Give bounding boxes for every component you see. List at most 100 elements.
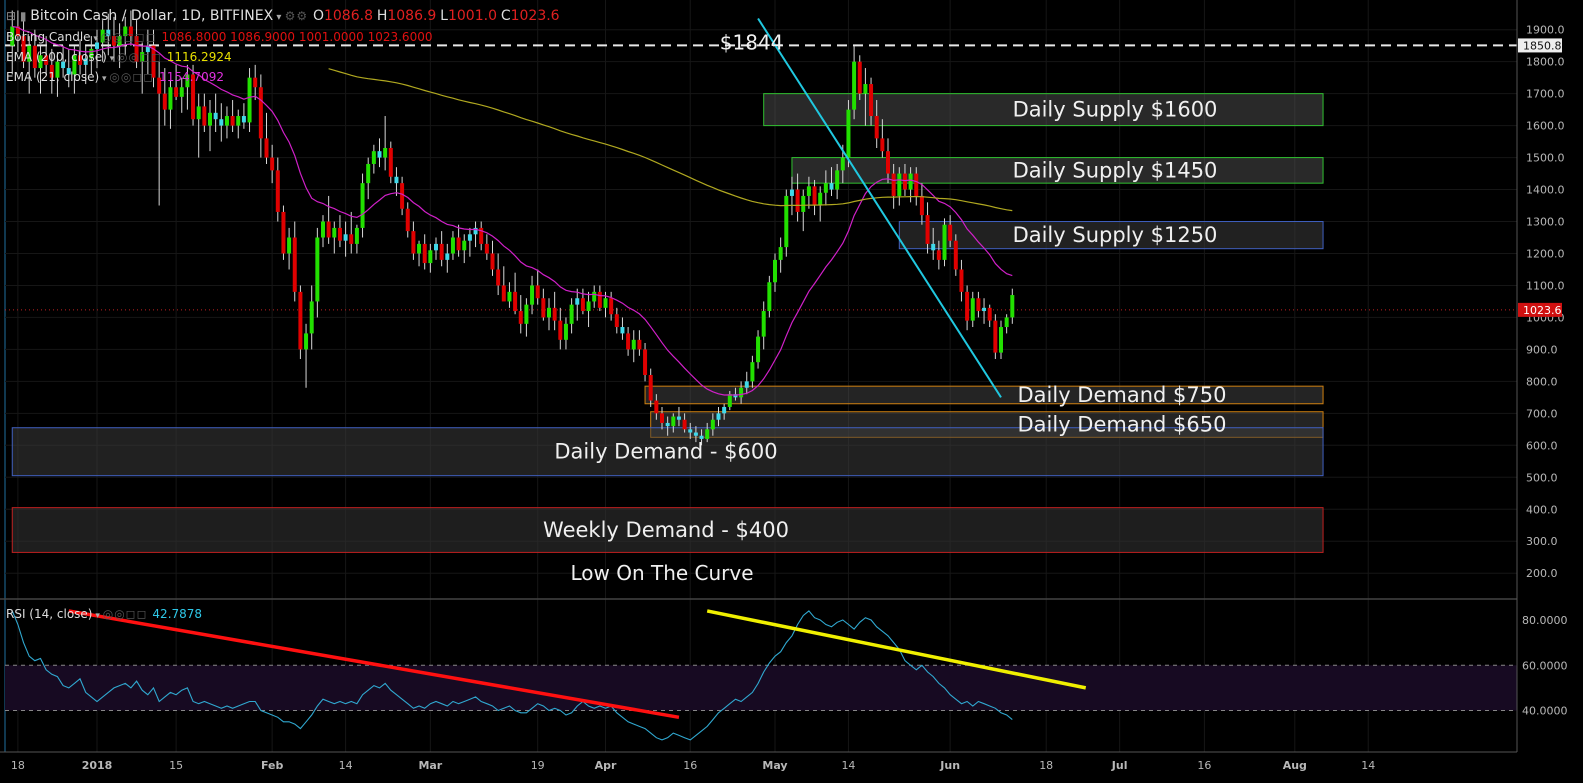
indicator-name[interactable]: EMA (200, close)	[6, 50, 107, 64]
time-tick-label: 2018	[82, 759, 113, 772]
price-tick-label: 1400.0	[1526, 184, 1565, 197]
time-tick-label: Apr	[595, 759, 617, 772]
indicator-ema21[interactable]: EMA (21, close) ▾ ◎◎◻◻ 1154.7092	[6, 70, 224, 84]
indicator-value: 1086.8000 1086.9000 1001.0000 1023.6000	[161, 30, 433, 44]
candle-body	[168, 87, 173, 110]
time-tick-label: 14	[1361, 759, 1375, 772]
candle-body	[784, 195, 789, 248]
time-tick-label: 15	[169, 759, 183, 772]
annotation-text: $1844	[720, 30, 784, 54]
candle-body	[467, 234, 472, 241]
indicator-rsi[interactable]: RSI (14, close) ▾ ◎◎◻◻ 42.7878	[6, 607, 202, 621]
indicator-controls-icon[interactable]: ◎◎◻◻	[117, 50, 167, 64]
candle-body	[739, 387, 744, 398]
candle-body	[264, 138, 269, 158]
indicator-controls-icon[interactable]: ◎◎◻◻	[109, 70, 159, 84]
price-tick-label: 300.0	[1526, 535, 1558, 548]
indicator-name[interactable]: EMA (21, close)	[6, 70, 99, 84]
candle-body	[987, 307, 992, 321]
indicator-controls-icon[interactable]: ◎◎◻◻◻	[101, 30, 162, 44]
candle-body	[558, 320, 563, 340]
candle	[857, 55, 862, 101]
candle-body	[530, 285, 535, 305]
candle-body	[953, 240, 958, 270]
time-tick-label: 18	[11, 759, 25, 772]
candle-body	[315, 237, 320, 302]
candle-body	[524, 304, 529, 324]
candle-body	[552, 307, 557, 321]
indicator-ema200[interactable]: EMA (200, close) ▾ ◎◎◻◻ 1116.2924	[6, 50, 232, 64]
close-label: C	[500, 8, 511, 24]
time-tick-label: Aug	[1283, 759, 1307, 772]
time-tick-label: 16	[683, 759, 697, 772]
candle-body	[208, 112, 212, 126]
chevron-down-icon[interactable]: ▾	[91, 34, 101, 44]
indicator-boring-candle[interactable]: Boring Candle ▾ ◎◎◻◻◻ 1086.8000 1086.900…	[6, 30, 432, 44]
candle-body	[829, 183, 834, 190]
candle-body	[349, 234, 354, 244]
settings-icon[interactable]: ⚙⚙	[285, 9, 313, 23]
candle-body	[902, 173, 907, 190]
candle	[360, 173, 365, 238]
candle-body	[292, 237, 297, 292]
time-tick-label: 19	[531, 759, 545, 772]
candle-body	[445, 253, 450, 260]
candle-body	[253, 77, 258, 88]
price-tick-label: 1700.0	[1526, 88, 1565, 101]
low-label: L	[440, 8, 448, 24]
chart-canvas[interactable]: Daily Supply $1600 Daily Supply $1450 Dail…	[0, 0, 1583, 783]
candle-body	[970, 298, 975, 321]
candle-body	[547, 307, 551, 318]
candle-body	[614, 314, 619, 328]
chevron-down-icon[interactable]: ▾	[99, 74, 109, 84]
candle-body	[936, 250, 941, 260]
candle-body	[914, 173, 919, 196]
candle-body	[795, 189, 800, 212]
candle-body	[281, 211, 286, 254]
indicator-name[interactable]: RSI (14, close)	[6, 607, 92, 621]
candle-body	[999, 327, 1003, 353]
candle-body	[270, 157, 275, 171]
symbol-icon: ⊟ ▮	[6, 9, 31, 23]
candle-body	[174, 87, 179, 97]
time-tick-label: 16	[1197, 759, 1211, 772]
zone-label: Daily Supply $1250	[1013, 223, 1218, 247]
candle-body	[609, 298, 614, 315]
candle-body	[360, 183, 365, 228]
chevron-down-icon[interactable]: ▾	[273, 12, 284, 23]
candle-body	[919, 195, 924, 216]
symbol-title[interactable]: Bitcoin Cash / Dollar, 1D, BITFINEX	[30, 8, 273, 24]
rsi-band	[5, 665, 1517, 711]
candle-body	[569, 304, 574, 324]
annotation-text: Low On The Curve	[570, 561, 753, 585]
candle-body	[603, 298, 608, 308]
time-tick-label: 18	[1039, 759, 1053, 772]
candle-body	[806, 186, 811, 196]
chevron-down-icon[interactable]: ▾	[107, 54, 117, 64]
candle-body	[948, 224, 953, 241]
indicator-controls-icon[interactable]: ◎◎◻◻	[103, 607, 153, 621]
candle-body	[908, 173, 913, 190]
candle-body	[501, 285, 506, 302]
zone-label: Daily Supply $1450	[1013, 158, 1218, 182]
symbol-header[interactable]: ⊟ ▮ Bitcoin Cash / Dollar, 1D, BITFINEX …	[6, 8, 560, 24]
zone-label: Daily Demand - $600	[554, 440, 777, 464]
candle-body	[287, 237, 292, 254]
candle-body	[1010, 295, 1015, 318]
rsi-tick-label: 80.0000	[1522, 614, 1568, 627]
indicator-name[interactable]: Boring Candle	[6, 30, 91, 44]
candle-body	[699, 435, 704, 439]
candle-body	[626, 333, 631, 350]
candle-body	[976, 298, 981, 312]
time-tick-label: May	[762, 759, 787, 772]
chevron-down-icon[interactable]: ▾	[92, 611, 102, 621]
candle-body	[631, 339, 636, 350]
price-tick-label: 800.0	[1526, 375, 1558, 388]
candle-body	[196, 106, 201, 120]
candle-body	[394, 176, 399, 184]
candle-body	[818, 192, 823, 206]
candle-body	[665, 422, 670, 427]
rsi-tick-label: 40.0000	[1522, 705, 1568, 718]
candle-body	[654, 400, 659, 414]
candle	[281, 205, 286, 260]
